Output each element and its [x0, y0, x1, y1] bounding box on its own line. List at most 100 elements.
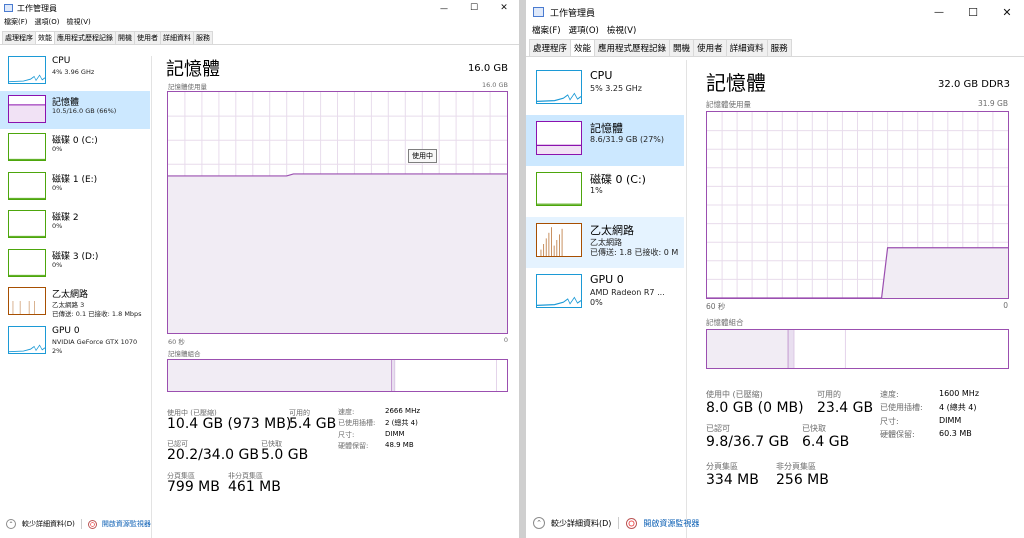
spec-slots-value: 2 (總共 4)	[385, 419, 418, 427]
maximize-button[interactable]: ☐	[956, 0, 990, 24]
close-button[interactable]: ✕	[990, 0, 1024, 24]
tab-details[interactable]: 詳細資料	[160, 31, 194, 44]
committed-value: 9.8/36.7 GB	[706, 434, 790, 450]
free-segment	[845, 330, 1008, 368]
spec-reserved-label: 硬體保留:	[880, 430, 915, 439]
committed-value: 20.2/34.0 GB	[167, 447, 259, 463]
thumbnail-sparkline	[9, 274, 45, 276]
sidebar-item-gpu-0[interactable]: GPU 0 AMD Radeon R7 ... 0%	[526, 268, 684, 319]
title-bar: 工作管理員 — ☐ ✕	[0, 0, 519, 16]
menu-view[interactable]: 檢視(V)	[66, 17, 90, 29]
tab-users[interactable]: 使用者	[134, 31, 161, 44]
fewer-details-link[interactable]: 較少詳細資料(D)	[22, 519, 75, 529]
minimize-button[interactable]: —	[922, 0, 956, 24]
sidebar-item-2[interactable]: 磁碟 2 0%	[0, 206, 150, 245]
tab-performance[interactable]: 效能	[570, 39, 596, 56]
sidebar-thumbnail-graph	[8, 171, 46, 200]
spec-reserved-value: 60.3 MB	[939, 429, 972, 438]
tab-app-history[interactable]: 應用程式歷程記錄	[594, 39, 671, 56]
sidebar-item-name: CPU	[52, 56, 71, 66]
sidebar-thumbnail-graph	[536, 172, 582, 206]
chevron-up-icon[interactable]: ⌃	[533, 517, 545, 529]
spec-form-value: DIMM	[385, 430, 405, 438]
tab-services[interactable]: 服務	[193, 31, 213, 44]
tab-details[interactable]: 詳細資料	[725, 39, 768, 56]
cpu-sparkline	[537, 92, 581, 102]
available-value: 23.4 GB	[817, 400, 874, 416]
footer-divider	[80, 519, 82, 529]
in-use-segment	[707, 330, 789, 368]
menu-options[interactable]: 選項(O)	[35, 17, 60, 29]
menu-options[interactable]: 選項(O)	[569, 24, 599, 38]
composition-svg	[707, 330, 1008, 368]
maximize-button[interactable]: ☐	[459, 0, 489, 16]
page-title: 記憶體	[706, 71, 766, 95]
sidebar-item-detail: 2%	[52, 346, 63, 355]
close-button[interactable]: ✕	[489, 0, 519, 16]
standby-segment	[794, 330, 846, 368]
sidebar-item-cpu[interactable]: CPU 4% 3.96 GHz	[0, 52, 150, 91]
open-resource-monitor-link[interactable]: 開啟資源監視器	[643, 518, 699, 529]
sidebar-item-1-e[interactable]: 磁碟 1 (E:) 0%	[0, 168, 150, 207]
sidebar-item-item-1[interactable]: 記憶體 10.5/16.0 GB (66%)	[0, 90, 150, 129]
usage-fill	[537, 145, 581, 154]
task-manager-window-right: 工作管理員 — ☐ ✕ 檔案(F) 選項(O) 檢視(V) 處理程序 效能 應用…	[526, 0, 1024, 538]
open-resource-monitor-link[interactable]: 開啟資源監視器	[102, 519, 151, 529]
sidebar-item-item-6[interactable]: 乙太網路 乙太網路 3 已傳送: 0.1 已接收: 1.8 Mbps	[0, 283, 150, 322]
sidebar-thumbnail-graph	[8, 325, 46, 354]
time-axis-left: 60 秒	[706, 302, 726, 311]
menu-bar: 檔案(F) 選項(O) 檢視(V)	[0, 17, 519, 29]
window-title: 工作管理員	[550, 8, 596, 19]
sidebar-item-3-d[interactable]: 磁碟 3 (D:) 0%	[0, 245, 150, 284]
sidebar-item-item-1[interactable]: 記憶體 8.6/31.9 GB (27%)	[526, 115, 684, 166]
menu-file[interactable]: 檔案(F)	[532, 24, 561, 38]
spec-form-value: DIMM	[939, 416, 962, 425]
sidebar-item-cpu[interactable]: CPU 5% 3.25 GHz	[526, 64, 684, 115]
sidebar-thumbnail-graph	[8, 94, 46, 123]
menu-view[interactable]: 檢視(V)	[607, 24, 636, 38]
spec-speed-label: 速度:	[880, 390, 899, 399]
sidebar-thumbnail-graph	[8, 287, 46, 315]
in-use-segment	[168, 360, 392, 391]
title-bar: 工作管理員 — ☐ ✕	[526, 0, 1024, 24]
tab-app-history[interactable]: 應用程式歷程記錄	[54, 31, 116, 44]
tab-startup[interactable]: 開機	[115, 31, 135, 44]
thumbnail-sparkline	[12, 301, 35, 314]
cached-value: 5.0 GB	[261, 447, 309, 463]
time-axis-left: 60 秒	[168, 338, 185, 346]
cached-label: 已快取	[802, 424, 826, 433]
network-spike	[559, 234, 560, 256]
nonpaged-pool-value: 461 MB	[228, 479, 281, 495]
tab-processes[interactable]: 處理程序	[529, 39, 572, 56]
sidebar-item-gpu-0[interactable]: GPU 0 NVIDIA GeForce GTX 1070 2%	[0, 322, 150, 361]
tab-performance[interactable]: 效能	[35, 31, 55, 44]
cached-value: 6.4 GB	[802, 434, 850, 450]
sidebar-item-0-c[interactable]: 磁碟 0 (C:) 1%	[526, 166, 684, 217]
in-use-label: 使用中 (已壓縮)	[706, 390, 763, 399]
sidebar-item-name: 記憶體	[590, 122, 623, 135]
chevron-up-icon[interactable]: ⌃	[6, 519, 16, 529]
sidebar-thumbnail-graph	[8, 248, 46, 277]
spec-speed-value: 2666 MHz	[385, 407, 421, 415]
sidebar-item-0-c[interactable]: 磁碟 0 (C:) 0%	[0, 129, 150, 168]
spec-form-label: 尺寸:	[880, 417, 899, 426]
menu-file[interactable]: 檔案(F)	[4, 17, 28, 29]
sidebar-item-item-3[interactable]: 乙太網路 乙太網路 已傳送: 1.8 已接收: 0 M	[526, 217, 684, 268]
resource-monitor-icon	[626, 517, 638, 529]
memory-usage-graph	[167, 91, 508, 334]
time-axis-right: 0	[503, 336, 508, 344]
usage-area	[168, 173, 507, 333]
paged-pool-label: 分頁集區	[706, 462, 738, 471]
network-spike	[19, 301, 21, 314]
sidebar-thumbnail-graph	[536, 70, 582, 104]
minimize-button[interactable]: —	[429, 0, 459, 16]
sidebar-thumbnail-graph	[8, 56, 46, 84]
tab-startup[interactable]: 開機	[669, 39, 695, 56]
fewer-details-link[interactable]: 較少詳細資料(D)	[551, 518, 611, 529]
cpu-sparkline	[537, 296, 581, 306]
sidebar-item-detail: 0%	[590, 298, 603, 307]
tab-processes[interactable]: 處理程序	[2, 31, 36, 44]
tab-users[interactable]: 使用者	[693, 39, 727, 56]
tab-services[interactable]: 服務	[766, 39, 792, 56]
network-spike	[548, 232, 550, 256]
